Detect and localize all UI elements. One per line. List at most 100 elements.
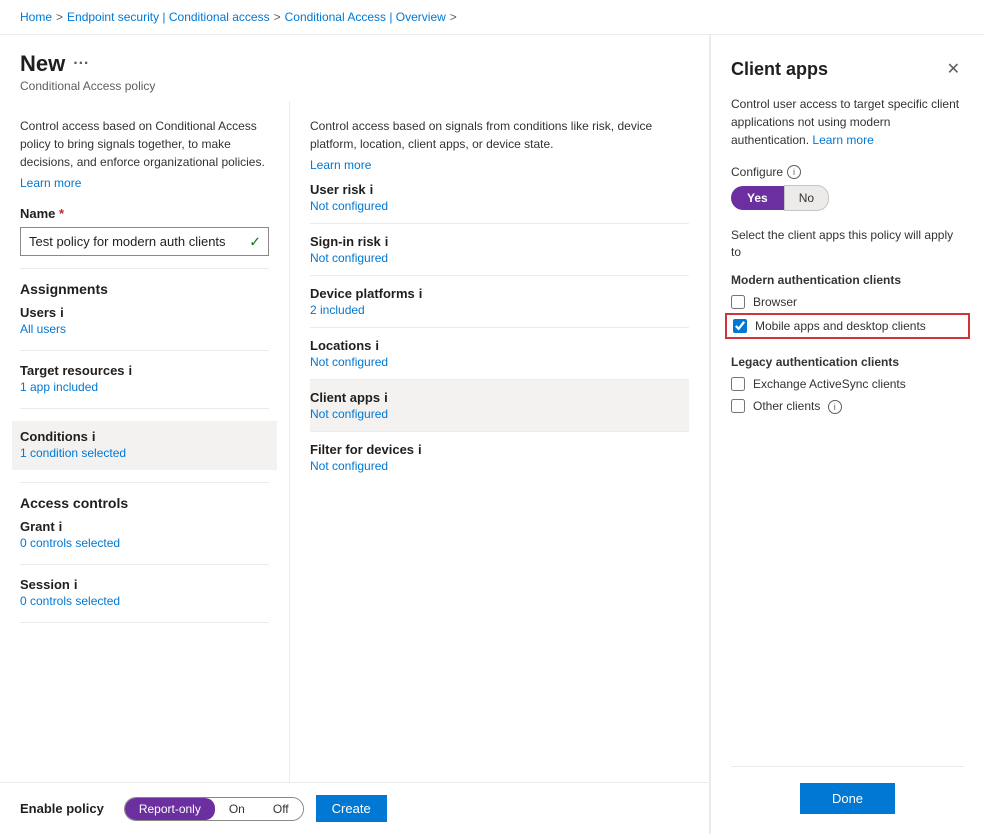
breadcrumb-endpoint[interactable]: Endpoint security | Conditional access	[67, 10, 270, 24]
users-value[interactable]: All users	[20, 320, 269, 338]
user-risk-value: Not configured	[310, 199, 689, 213]
report-only-btn[interactable]: Report-only	[125, 798, 215, 820]
policy-description: Control access based on Conditional Acce…	[20, 117, 269, 171]
policy-learn-more[interactable]: Learn more	[20, 176, 81, 190]
no-button[interactable]: No	[784, 185, 829, 211]
other-checkbox-item: Other clients i	[731, 399, 964, 414]
flyout-learn-more[interactable]: Learn more	[812, 133, 873, 147]
users-label: Users i	[20, 305, 269, 320]
divider-6	[20, 622, 269, 623]
flyout-header: Client apps ✕	[731, 55, 964, 83]
session-value[interactable]: 0 controls selected	[20, 592, 269, 610]
conditions-section: Conditions i 1 condition selected	[12, 421, 277, 470]
user-risk-info-icon[interactable]: i	[370, 182, 374, 197]
yes-button[interactable]: Yes	[731, 186, 784, 210]
filter-devices-row[interactable]: Filter for devices i Not configured	[310, 432, 689, 483]
grant-info-icon[interactable]: i	[59, 519, 63, 534]
two-col-layout: Control access based on Conditional Acce…	[0, 101, 709, 782]
conditions-value[interactable]: 1 condition selected	[20, 444, 269, 462]
legacy-auth-title: Legacy authentication clients	[731, 355, 964, 369]
client-apps-info-icon[interactable]: i	[384, 390, 388, 405]
session-label: Session i	[20, 577, 269, 592]
other-clients-label[interactable]: Other clients i	[753, 399, 842, 414]
configure-label: Configure i	[731, 165, 964, 179]
apply-label: Select the client apps this policy will …	[731, 227, 964, 261]
client-apps-flyout: Client apps ✕ Control user access to tar…	[710, 35, 984, 834]
breadcrumb-current[interactable]: Conditional Access | Overview	[285, 10, 446, 24]
client-apps-row[interactable]: Client apps i Not configured	[310, 380, 689, 432]
modern-auth-title: Modern authentication clients	[731, 273, 964, 287]
divider-2	[20, 350, 269, 351]
mobile-checkbox-item: Mobile apps and desktop clients	[725, 313, 970, 339]
session-item: Session i 0 controls selected	[20, 577, 269, 610]
sign-in-risk-row[interactable]: Sign-in risk i Not configured	[310, 224, 689, 276]
off-btn[interactable]: Off	[259, 798, 303, 820]
grant-value[interactable]: 0 controls selected	[20, 534, 269, 552]
assignments-title: Assignments	[20, 281, 269, 297]
divider-5	[20, 564, 269, 565]
done-button[interactable]: Done	[800, 783, 895, 814]
target-resources-label: Target resources i	[20, 363, 269, 378]
other-clients-info-icon[interactable]: i	[828, 400, 842, 414]
mobile-checkbox[interactable]	[733, 319, 747, 333]
divider-1	[20, 268, 269, 269]
enable-policy-label: Enable policy	[20, 801, 104, 816]
exchange-label[interactable]: Exchange ActiveSync clients	[753, 377, 906, 391]
sign-in-risk-info-icon[interactable]: i	[385, 234, 389, 249]
name-section: Name * ✓	[20, 206, 269, 256]
bottom-bar: Enable policy Report-only On Off Create	[0, 782, 709, 834]
conditions-learn-more[interactable]: Learn more	[310, 158, 371, 172]
sign-in-risk-label: Sign-in risk i	[310, 234, 689, 249]
breadcrumb-home[interactable]: Home	[20, 10, 52, 24]
browser-checkbox[interactable]	[731, 295, 745, 309]
browser-checkbox-item: Browser	[731, 295, 964, 309]
target-resources-item: Target resources i 1 app included	[20, 363, 269, 396]
session-info-icon[interactable]: i	[74, 577, 78, 592]
locations-row[interactable]: Locations i Not configured	[310, 328, 689, 380]
locations-info-icon[interactable]: i	[375, 338, 379, 353]
client-apps-value: Not configured	[310, 407, 689, 421]
conditions-description: Control access based on signals from con…	[310, 117, 689, 153]
divider-4	[20, 482, 269, 483]
user-risk-row[interactable]: User risk i Not configured	[310, 172, 689, 224]
device-platforms-label: Device platforms i	[310, 286, 689, 301]
sign-in-risk-value: Not configured	[310, 251, 689, 265]
target-resources-value[interactable]: 1 app included	[20, 378, 269, 396]
configure-info-icon[interactable]: i	[787, 165, 801, 179]
filter-devices-label: Filter for devices i	[310, 442, 689, 457]
enable-policy-toggle[interactable]: Report-only On Off	[124, 797, 304, 821]
check-icon: ✓	[249, 233, 261, 250]
browser-label[interactable]: Browser	[753, 295, 797, 309]
mobile-label[interactable]: Mobile apps and desktop clients	[755, 319, 926, 333]
exchange-checkbox[interactable]	[731, 377, 745, 391]
name-input[interactable]	[20, 227, 269, 256]
filter-devices-value: Not configured	[310, 459, 689, 473]
breadcrumb-separator-3: >	[450, 10, 457, 24]
legacy-auth-section: Legacy authentication clients Exchange A…	[731, 355, 964, 422]
device-platforms-row[interactable]: Device platforms i 2 included	[310, 276, 689, 328]
create-button[interactable]: Create	[316, 795, 387, 822]
conditions-info-icon[interactable]: i	[92, 429, 96, 444]
flyout-title: Client apps	[731, 59, 828, 80]
left-panel: New ··· Conditional Access policy Contro…	[0, 35, 710, 834]
device-platforms-info-icon[interactable]: i	[419, 286, 423, 301]
exchange-checkbox-item: Exchange ActiveSync clients	[731, 377, 964, 391]
other-checkbox[interactable]	[731, 399, 745, 413]
breadcrumb-separator-1: >	[56, 10, 63, 24]
grant-item: Grant i 0 controls selected	[20, 519, 269, 552]
page-title: New	[20, 51, 65, 77]
filter-devices-info-icon[interactable]: i	[418, 442, 422, 457]
on-btn[interactable]: On	[215, 798, 259, 820]
target-resources-info-icon[interactable]: i	[129, 363, 133, 378]
locations-label: Locations i	[310, 338, 689, 353]
users-info-icon[interactable]: i	[60, 305, 64, 320]
client-apps-label: Client apps i	[310, 390, 689, 405]
ellipsis-menu[interactable]: ···	[73, 55, 89, 73]
users-item: Users i All users	[20, 305, 269, 338]
flyout-close-button[interactable]: ✕	[943, 55, 964, 83]
name-input-wrapper: ✓	[20, 227, 269, 256]
user-risk-label: User risk i	[310, 182, 689, 197]
grant-label: Grant i	[20, 519, 269, 534]
divider-3	[20, 408, 269, 409]
conditions-column: Control access based on signals from con…	[290, 101, 709, 782]
